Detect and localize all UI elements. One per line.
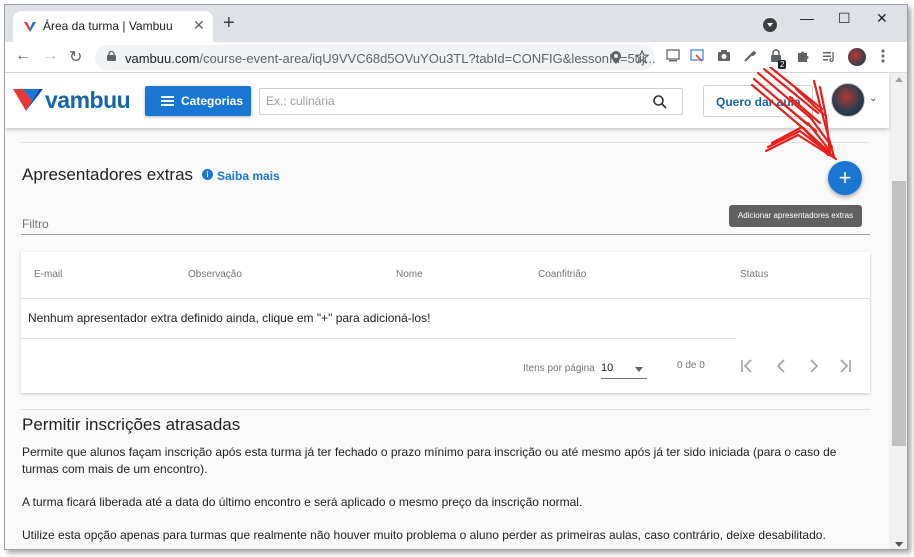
search-icon[interactable] [652,94,668,110]
column-header-coanfitriao[interactable]: Coanfitrião [538,269,586,280]
browser-window: Área da turma | Vambuu ✕ + — ☐ ✕ ← → ↻ v… [4,4,908,550]
vambuu-favicon-icon [24,22,36,32]
forward-button[interactable]: → [42,47,58,65]
dropdown-arrow-icon [635,367,643,372]
items-per-page-select[interactable]: 10 [601,359,647,379]
chevron-down-icon[interactable]: ⌄ [869,93,877,104]
column-header-email[interactable]: E-mail [34,269,62,280]
filter-input[interactable]: Filtro [22,217,49,231]
next-page-icon[interactable] [809,359,819,373]
categorias-label: Categorias [181,94,244,108]
profile-avatar-icon[interactable] [848,48,866,66]
column-header-observacao[interactable]: Observação [188,269,242,280]
items-per-page-value: 10 [601,362,614,374]
items-per-page-label: Itens por página [523,363,595,374]
logo-text[interactable]: vambuu [45,87,131,114]
presenters-table: E-mail Observação Nome Coanfitrião Statu… [21,252,870,393]
filter-underline [21,234,870,235]
late-enrollment-warning: Utilize esta opção apenas para turmas qu… [22,528,826,542]
extensions-puzzle-icon[interactable] [796,49,810,63]
add-presenter-tooltip: Adicionar apresentadores extras [729,205,862,227]
tab-title: Área da turma | Vambuu [43,19,173,33]
column-header-status[interactable]: Status [740,269,768,280]
bookmark-star-icon[interactable] [635,50,649,64]
search-box [259,88,683,115]
browser-tab[interactable]: Área da turma | Vambuu ✕ [13,11,213,42]
saiba-mais-link[interactable]: Saiba mais [217,169,280,183]
minimize-button[interactable]: — [800,10,814,26]
extension-media-icon[interactable] [666,49,680,62]
scroll-thumb[interactable] [892,181,906,446]
previous-page-icon[interactable] [776,359,786,373]
eyedropper-icon[interactable] [743,49,757,63]
late-enrollment-title: Permitir inscrições atrasadas [22,415,241,434]
late-enrollment-pricing-note: A turma ficará liberada até a data do úl… [22,495,583,509]
header-divider [21,298,870,299]
last-page-icon[interactable] [839,359,851,373]
scroll-down-icon[interactable] [895,542,903,547]
info-icon[interactable]: i [202,169,213,180]
media-queue-icon[interactable] [822,49,836,63]
reload-button[interactable]: ↻ [69,47,82,67]
column-header-nome[interactable]: Nome [396,269,423,280]
location-pin-icon[interactable] [611,51,621,64]
extras-section-title: Apresentadores extras [22,165,194,184]
categorias-button[interactable]: Categorias [145,86,251,116]
extension-screenshot-icon[interactable] [690,49,704,62]
page-scrollbar[interactable] [889,73,907,549]
tab-search-icon[interactable] [763,18,777,32]
pagination-range: 0 de 0 [677,360,705,371]
red-arrow-annotation-icon [750,67,838,161]
section-divider [21,142,869,143]
close-window-button[interactable]: ✕ [876,10,888,27]
address-bar[interactable]: vambuu.com/course-event-area/iqU9VVC68d5… [95,45,656,70]
url-text: vambuu.com/course-event-area/iqU9VVC68d5… [125,51,656,66]
tab-strip: Área da turma | Vambuu ✕ + — ☐ ✕ [5,5,907,42]
new-tab-button[interactable]: + [223,13,235,33]
menu-icon [161,96,174,106]
section-divider [21,409,870,410]
lock-icon [107,51,116,61]
back-button[interactable]: ← [15,47,31,65]
search-input[interactable] [266,94,636,108]
camera-icon[interactable] [717,49,731,62]
empty-table-message: Nenhum apresentador extra definido ainda… [28,311,431,325]
add-extra-presenter-button[interactable]: + [828,161,862,195]
row-divider [21,338,735,339]
vambuu-logo-icon[interactable] [13,85,43,113]
first-page-icon[interactable] [741,359,753,373]
late-enrollment-description: Permite que alunos façam inscrição após … [22,445,837,476]
main-content: Apresentadores extras i Saiba mais + Adi… [5,128,889,549]
scroll-up-icon[interactable] [895,77,903,82]
browser-menu-icon[interactable] [881,49,885,63]
maximize-button[interactable]: ☐ [838,10,851,27]
tab-close-icon[interactable]: ✕ [193,17,205,34]
